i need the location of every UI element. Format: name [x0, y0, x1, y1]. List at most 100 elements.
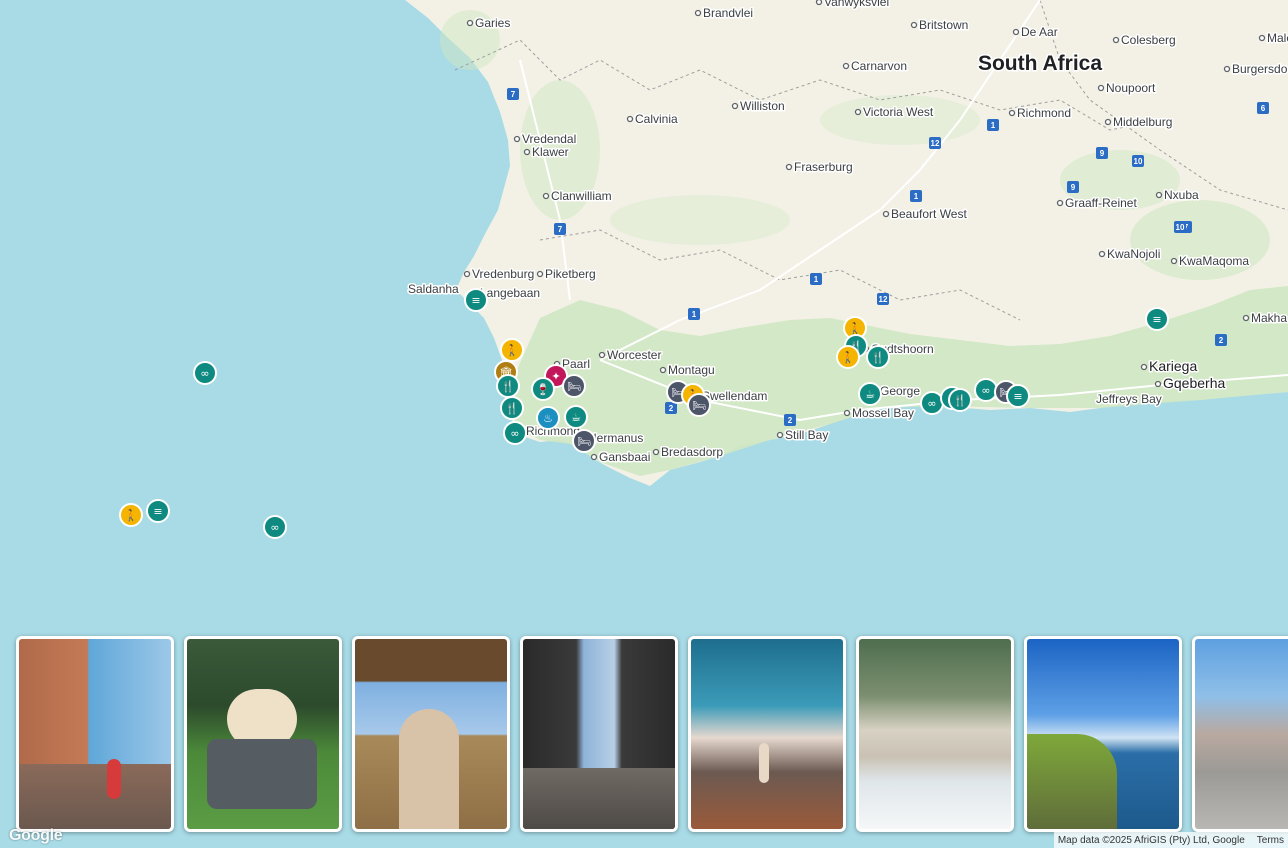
place-label: Noupoort	[1106, 81, 1156, 95]
map-pin-binoculars[interactable]: ∞	[263, 515, 287, 539]
photo-card-3[interactable]	[352, 636, 510, 832]
place-label: Montagu	[668, 363, 715, 377]
route-number: 2	[788, 416, 793, 425]
map-pin-tour[interactable]: ≡	[146, 499, 170, 523]
place-label: Vanwyksvlei	[824, 0, 889, 9]
route-shield: 6	[1257, 102, 1269, 114]
map-pin-hiking[interactable]: 🚶	[500, 338, 524, 362]
map-pin-binoculars[interactable]: ∞	[193, 361, 217, 385]
map-pin-tour[interactable]: ≡	[1006, 384, 1030, 408]
place-dot	[1170, 257, 1178, 265]
place-label: Middelburg	[1113, 115, 1172, 129]
route-shield: 10	[1132, 155, 1144, 167]
map-pin-hotel[interactable]: 🛏	[562, 374, 586, 398]
google-logo: Google	[9, 827, 63, 844]
hiking-icon: 🚶	[505, 344, 519, 357]
place-label: Mossel Bay	[852, 406, 914, 420]
map-pin-restaurant[interactable]: 🍴	[948, 388, 972, 412]
binoculars-icon: ∞	[510, 427, 519, 440]
place-gansbaai: Gansbaai	[590, 449, 652, 466]
place-dot	[1098, 250, 1106, 258]
photo-card-1[interactable]	[16, 636, 174, 832]
map-pin-hotel[interactable]: 🛏	[687, 393, 711, 417]
place-dot	[536, 270, 544, 278]
map-pin-restaurant[interactable]: 🍴	[866, 345, 890, 369]
restaurant-icon: 🍴	[501, 380, 515, 393]
place-dot	[882, 210, 890, 218]
map-pin-cafe[interactable]: ☕	[858, 382, 882, 406]
place-label: KwaMaqoma	[1179, 254, 1249, 268]
place-label: Williston	[740, 99, 785, 113]
route-number: 9	[1071, 183, 1076, 192]
place-piketberg: Piketberg	[536, 266, 597, 283]
map-pin-restaurant[interactable]: 🍴	[500, 396, 524, 420]
place-label: Gansbaai	[599, 450, 650, 464]
place-brandvlei: Brandvlei	[694, 5, 755, 22]
place-label: Colesberg	[1121, 33, 1176, 47]
tour-icon: ≡	[153, 505, 162, 518]
place-dot	[694, 9, 702, 17]
place-label: Worcester	[607, 348, 661, 362]
place-richmond: Richmond	[1008, 105, 1073, 122]
hiking-icon: 🚶	[841, 351, 855, 364]
map-pin-tour[interactable]: ≡	[1145, 307, 1169, 331]
map-pin-binoculars[interactable]: ∞	[920, 391, 944, 415]
photo-card-4[interactable]	[520, 636, 678, 832]
place-label: Nxuba	[1164, 188, 1199, 202]
place-label: De Aar	[1021, 25, 1058, 39]
place-dot	[626, 115, 634, 123]
map-pin-hiking[interactable]: 🚶	[119, 503, 143, 527]
photo-card-7[interactable]	[1024, 636, 1182, 832]
map-pin-restaurant[interactable]: 🍴	[496, 374, 520, 398]
map-pin-hotel[interactable]: 🛏	[572, 429, 596, 453]
map-pin-spa[interactable]: ♨	[536, 406, 560, 430]
photo-coastal-cliffs	[1027, 639, 1179, 829]
photo-carousel[interactable]	[0, 630, 1288, 848]
route-number: 1	[914, 192, 919, 201]
place-label: Still Bay	[785, 428, 828, 442]
place-vanwyksvlei: Vanwyksvlei	[815, 0, 891, 11]
place-dot	[776, 431, 784, 439]
place-label: Jeffreys Bay	[1096, 392, 1162, 406]
cafe-icon: ☕	[865, 388, 875, 401]
route-shield: 9	[1067, 181, 1079, 193]
map-pin-hiking[interactable]: 🚶	[836, 345, 860, 369]
place-label: Burgersdo	[1232, 62, 1288, 76]
place-dot	[910, 21, 918, 29]
binoculars-icon: ∞	[981, 384, 990, 397]
restaurant-icon: 🍴	[871, 351, 885, 364]
map-pin-binoculars[interactable]: ∞	[974, 378, 998, 402]
map-pin-tour[interactable]: ≡	[464, 288, 488, 312]
place-dot	[513, 135, 521, 143]
place-label: Britstown	[919, 18, 968, 32]
spa-icon: ♨	[543, 412, 553, 425]
photo-card-5[interactable]	[688, 636, 846, 832]
place-label: Hermanus	[588, 431, 643, 445]
photo-card-2[interactable]	[184, 636, 342, 832]
place-dot	[785, 163, 793, 171]
place-vredendal: Vredendal	[513, 131, 578, 148]
map-pin-winery[interactable]: 🍷	[531, 377, 555, 401]
route-shield: 7	[507, 88, 519, 100]
place-dot	[1056, 199, 1064, 207]
place-bredasdorp: Bredasdorp	[652, 444, 725, 461]
map-pin-cafe[interactable]: ☕	[564, 405, 588, 429]
winery-icon: 🍷	[536, 383, 550, 396]
place-fraserburg: Fraserburg	[785, 159, 854, 176]
place-label: Calvinia	[635, 112, 678, 126]
map-pin-binoculars[interactable]: ∞	[503, 421, 527, 445]
route-shield: 2	[1215, 334, 1227, 346]
route-number: 7	[511, 90, 516, 99]
photo-card-6[interactable]	[856, 636, 1014, 832]
photo-card-8[interactable]	[1192, 636, 1288, 832]
place-label: Paarl	[562, 357, 590, 371]
place-montagu: Montagu	[659, 362, 716, 379]
place-label: Richmond	[1017, 106, 1071, 120]
place-gqeberha: Gqeberha	[1154, 374, 1227, 393]
place-dot	[1258, 34, 1266, 42]
binoculars-icon: ∞	[200, 367, 209, 380]
terms-link[interactable]: Terms	[1257, 835, 1284, 846]
place-label: Carnarvon	[851, 59, 907, 73]
route-number: 6	[1261, 104, 1266, 113]
place-dot	[523, 148, 531, 156]
